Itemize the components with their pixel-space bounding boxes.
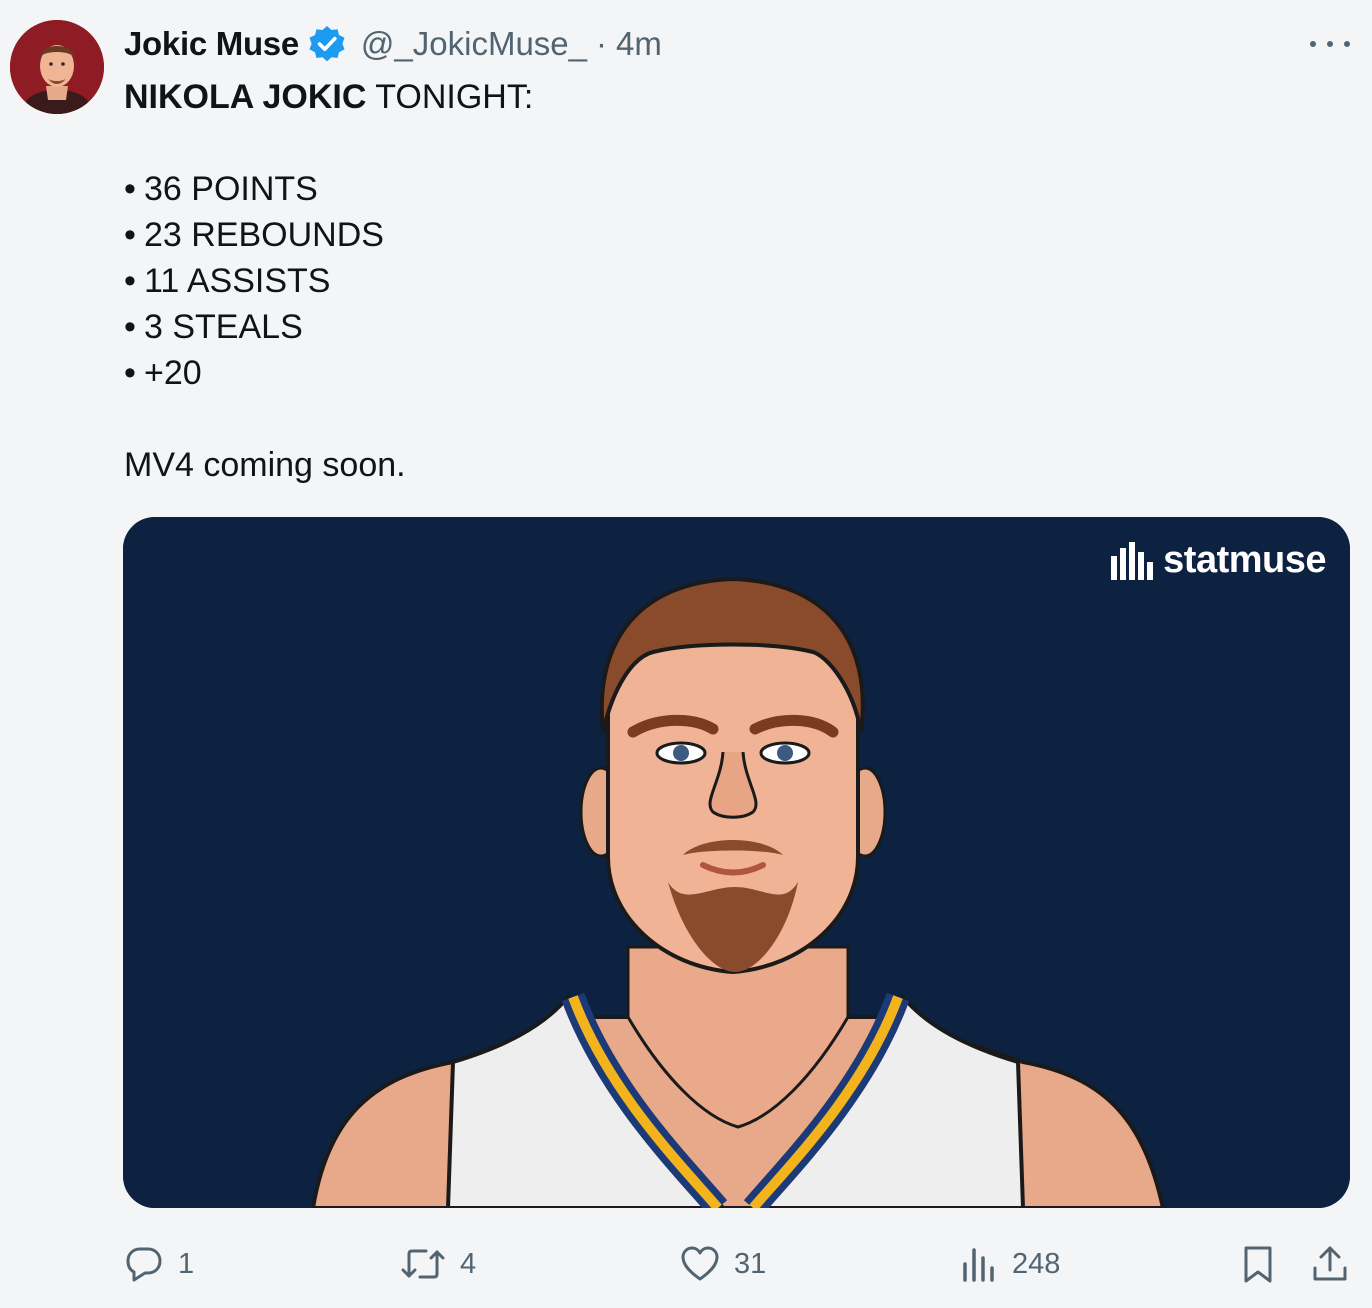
stat-line: • 3 STEALS <box>124 308 303 346</box>
timestamp[interactable]: 4m <box>616 25 662 63</box>
reply-count: 1 <box>178 1247 195 1280</box>
headline-name: NIKOLA JOKIC <box>124 78 367 116</box>
stat-line: • 36 POINTS <box>124 170 318 208</box>
display-name[interactable]: Jokic Muse <box>124 25 299 63</box>
verified-badge-icon <box>307 24 347 64</box>
share-button[interactable] <box>1310 1236 1350 1292</box>
user-handle[interactable]: @_JokicMuse_ <box>361 25 587 63</box>
player-illustration <box>123 517 1350 1208</box>
separator: · <box>596 25 608 62</box>
statmuse-logo: statmuse <box>1109 539 1326 582</box>
bookmark-icon <box>1244 1246 1272 1283</box>
avatar[interactable] <box>10 20 104 114</box>
bookmark-button[interactable] <box>1240 1236 1276 1292</box>
share-icon <box>1313 1246 1347 1281</box>
reply-button[interactable]: 1 <box>124 1236 194 1292</box>
like-button[interactable]: 31 <box>680 1236 766 1292</box>
statmuse-wordmark: statmuse <box>1163 539 1326 581</box>
views-icon <box>963 1248 994 1282</box>
tweet-header: Jokic Muse @_JokicMuse_ · 4m <box>124 22 662 66</box>
views-count: 248 <box>1012 1247 1061 1280</box>
headline: NIKOLA JOKIC TONIGHT: <box>124 74 533 120</box>
repost-count: 4 <box>460 1247 477 1280</box>
repost-icon <box>401 1249 445 1279</box>
action-bar: 1 4 31 248 <box>0 1236 1372 1292</box>
tweet: Jokic Muse @_JokicMuse_ · 4m NIKOLA JOKI… <box>0 0 1372 1308</box>
media-image[interactable]: statmuse <box>123 517 1350 1208</box>
heart-icon <box>681 1246 719 1281</box>
stat-line: • 11 ASSISTS <box>124 262 331 300</box>
repost-button[interactable]: 4 <box>400 1236 476 1292</box>
stat-line: • +20 <box>124 354 202 392</box>
reply-icon <box>126 1247 162 1282</box>
closing-line: MV4 coming soon. <box>124 446 406 484</box>
like-count: 31 <box>734 1247 767 1280</box>
statmuse-logo-icon <box>1111 541 1154 580</box>
more-icon[interactable] <box>1310 26 1350 62</box>
stat-line: • 23 REBOUNDS <box>124 216 384 254</box>
headline-rest: TONIGHT: <box>366 78 534 116</box>
tweet-text: NIKOLA JOKIC TONIGHT: • 36 POINTS • 23 REB… <box>124 74 533 488</box>
views-button[interactable]: 248 <box>960 1236 1060 1292</box>
